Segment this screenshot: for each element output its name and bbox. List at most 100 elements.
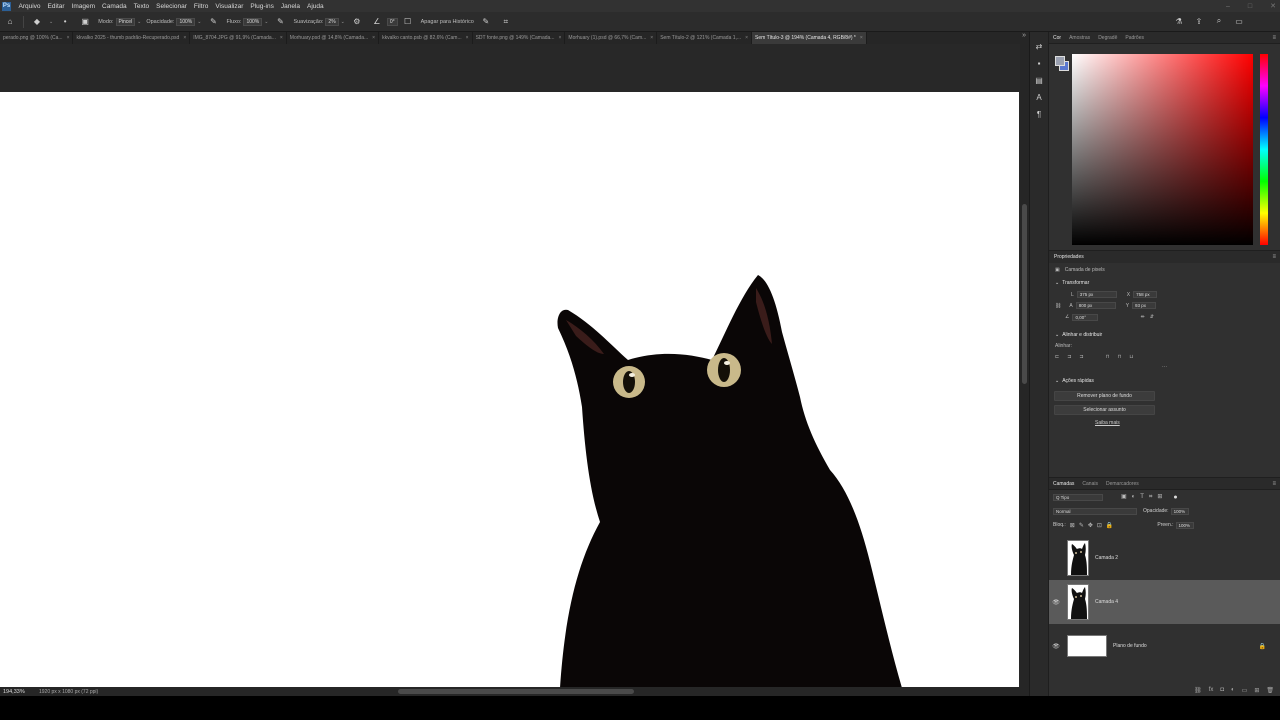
character-icon[interactable]: A xyxy=(1036,93,1041,102)
flask-icon[interactable]: ⚗ xyxy=(1174,15,1184,27)
layer-name[interactable]: Camada 2 xyxy=(1095,555,1118,561)
tab-demarcadores[interactable]: Demarcadores xyxy=(1102,481,1143,487)
remove-background-button[interactable]: Remover plano de fundo xyxy=(1054,391,1155,401)
eraser-tool-icon[interactable]: ◆ xyxy=(31,16,43,28)
document-dimensions[interactable]: 1920 px x 1080 px (72 ppi) xyxy=(39,689,98,695)
angle-field[interactable]: 0° xyxy=(386,17,398,26)
layer-opacity-field[interactable]: 100% xyxy=(1170,507,1189,515)
align-right-icon[interactable]: ⊐ xyxy=(1079,354,1083,360)
layer-row-selected[interactable]: 👁 Camada 4 xyxy=(1049,580,1280,624)
close-icon[interactable]: × xyxy=(466,35,469,41)
modo-select[interactable]: Pincel xyxy=(115,17,136,26)
color-field[interactable] xyxy=(1072,54,1253,245)
menu-plugins[interactable]: Plug-ins xyxy=(247,3,277,10)
close-icon[interactable]: × xyxy=(280,35,283,41)
chevron-down-icon[interactable]: ⌄ xyxy=(264,19,268,25)
tab-camadas[interactable]: Camadas xyxy=(1049,481,1078,487)
workspace-icon[interactable]: ▭ xyxy=(1234,15,1244,27)
filter-toggle-icon[interactable]: ● xyxy=(1173,494,1177,501)
menu-selecionar[interactable]: Selecionar xyxy=(153,3,191,10)
link-layers-icon[interactable]: ⛓ xyxy=(1194,687,1202,694)
menu-editar[interactable]: Editar xyxy=(44,3,68,10)
vertical-scrollbar[interactable] xyxy=(1020,44,1029,687)
gear-icon[interactable]: ⚙ xyxy=(351,16,363,28)
doc-tab-active[interactable]: Sem Título-3 @ 194% (Camada 4, RGB/8#) *… xyxy=(752,32,867,44)
trash-icon[interactable]: 🗑 xyxy=(1266,687,1274,694)
maximize-icon[interactable]: □ xyxy=(1248,3,1252,10)
close-icon[interactable]: ✕ xyxy=(1270,2,1276,10)
minimize-icon[interactable]: – xyxy=(1226,3,1230,10)
close-icon[interactable]: × xyxy=(558,35,561,41)
tab-padroes[interactable]: Padrões xyxy=(1121,35,1148,41)
menu-texto[interactable]: Texto xyxy=(130,3,153,10)
doc-tab[interactable]: IMG_8704.JPG @ 91,9% (Camada... × xyxy=(190,32,287,44)
tab-cor[interactable]: Cor xyxy=(1049,35,1065,41)
menu-filtro[interactable]: Filtro xyxy=(190,3,211,10)
opacidade-field[interactable]: 100% xyxy=(176,17,196,26)
close-icon[interactable]: × xyxy=(860,35,863,41)
flip-vertical-icon[interactable]: ⇵ xyxy=(1150,314,1154,320)
fill-field[interactable]: 100% xyxy=(1175,521,1194,529)
adjustment-layer-icon[interactable]: ◐ xyxy=(1231,687,1235,693)
panel-menu-icon[interactable]: ≡ xyxy=(1272,481,1276,487)
search-icon[interactable]: ⌕ xyxy=(1214,15,1224,27)
chevron-right-icon[interactable]: » xyxy=(1022,32,1026,39)
layer-comps-icon[interactable]: ▤ xyxy=(1035,76,1043,85)
height-field[interactable]: 800 px xyxy=(1075,302,1116,309)
apagar-historico-label[interactable]: Apagar para Histórico xyxy=(421,19,474,25)
close-icon[interactable]: × xyxy=(67,35,70,41)
menu-camada[interactable]: Camada xyxy=(99,3,131,10)
eye-icon[interactable]: 👁 xyxy=(1049,599,1063,606)
doc-tab[interactable]: Morhuary.psd @ 14,8% (Camada... × xyxy=(287,32,380,44)
tab-canais[interactable]: Canais xyxy=(1078,481,1102,487)
layer-row[interactable]: Camada 2 xyxy=(1049,536,1280,580)
blend-mode-select[interactable]: Normal xyxy=(1053,507,1137,515)
tab-amostras[interactable]: Amostras xyxy=(1065,35,1094,41)
align-top-icon[interactable]: ⊓ xyxy=(1106,354,1110,360)
menu-ajuda[interactable]: Ajuda xyxy=(304,3,328,10)
close-icon[interactable]: × xyxy=(183,35,186,41)
history-icon[interactable]: ⇄ xyxy=(1036,42,1043,51)
scrollbar-thumb[interactable] xyxy=(1022,204,1027,384)
panel-menu-icon[interactable]: ≡ xyxy=(1272,35,1276,41)
layer-filter-icons[interactable]: ▣◐T⌗⊞ xyxy=(1121,493,1167,501)
add-mask-icon[interactable]: ◘ xyxy=(1220,687,1224,693)
comments-icon[interactable]: ▪ xyxy=(1038,59,1041,68)
new-group-icon[interactable]: ▭ xyxy=(1242,687,1248,694)
home-icon[interactable]: ⌂ xyxy=(4,16,16,28)
more-options-icon[interactable]: ··· xyxy=(1049,363,1280,371)
close-icon[interactable]: × xyxy=(745,35,748,41)
new-layer-icon[interactable]: ⊞ xyxy=(1254,687,1259,694)
lock-icon[interactable]: 🔒 xyxy=(1259,643,1266,650)
zoom-level[interactable]: 194,33% xyxy=(3,689,33,695)
chevron-down-icon[interactable]: ⌄ xyxy=(197,19,201,25)
lock-icons[interactable]: ⊠✎✥⊡🔒 xyxy=(1070,522,1118,529)
align-section[interactable]: ⌄ Alinhar e distribuir xyxy=(1049,329,1280,341)
symmetry-icon[interactable]: ⌗ xyxy=(500,16,512,28)
layer-name[interactable]: Plano de fundo xyxy=(1113,643,1147,649)
select-subject-button[interactable]: Selecionar assunto xyxy=(1054,405,1155,415)
document-canvas[interactable] xyxy=(0,92,1019,687)
eye-icon[interactable]: 👁 xyxy=(1049,643,1063,650)
width-field[interactable]: 375 px xyxy=(1076,291,1117,298)
airbrush-icon[interactable]: ✎ xyxy=(274,16,286,28)
menu-imagem[interactable]: Imagem xyxy=(68,3,98,10)
align-left-icon[interactable]: ⊏ xyxy=(1055,354,1059,360)
doc-tab[interactable]: SDT fonte.png @ 149% (Camada... × xyxy=(473,32,566,44)
panel-menu-icon[interactable]: ≡ xyxy=(1272,254,1276,260)
y-field[interactable]: 93 px xyxy=(1132,302,1157,309)
align-center-h-icon[interactable]: ⊐ xyxy=(1067,354,1071,360)
menu-visualizar[interactable]: Visualizar xyxy=(212,3,247,10)
chevron-down-icon[interactable]: ⌄ xyxy=(49,19,53,25)
transform-section[interactable]: ⌄ Transformar xyxy=(1049,277,1280,289)
doc-tab[interactable]: Sem Título-2 @ 121% (Camada 1,... × xyxy=(657,32,752,44)
chevron-down-icon[interactable]: ⌄ xyxy=(137,19,141,25)
hue-slider[interactable] xyxy=(1260,54,1268,245)
align-middle-v-icon[interactable]: ⊓ xyxy=(1118,354,1122,360)
doc-tab[interactable]: perado.png @ 100% (Ca... × xyxy=(0,32,74,44)
brush-settings-icon[interactable]: ▣ xyxy=(79,16,91,28)
brush-size-icon[interactable]: • xyxy=(59,16,71,28)
close-icon[interactable]: × xyxy=(372,35,375,41)
tab-degrade[interactable]: Degradê xyxy=(1094,35,1121,41)
x-field[interactable]: 758 px xyxy=(1133,291,1158,298)
